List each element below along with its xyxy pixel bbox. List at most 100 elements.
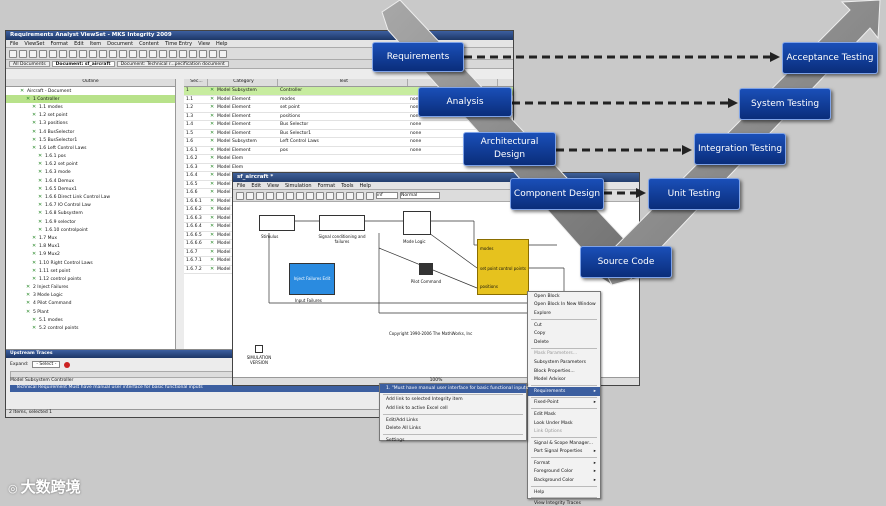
toolbar-button[interactable] (19, 49, 27, 58)
toolbar-button[interactable] (39, 49, 47, 58)
outline-item[interactable]: ✕ 1.6.10 controlpoint (6, 226, 175, 234)
inject-failures-block[interactable]: Inject Failures Edit (289, 263, 335, 295)
requirements-submenu-item[interactable]: Settings (380, 436, 526, 445)
context-menu-item[interactable]: Block Properties... (528, 367, 600, 376)
outline-item[interactable]: ✕ 2 Inject Failures (6, 284, 175, 292)
grid-column-header[interactable]: Category (208, 79, 278, 86)
stop-time-field[interactable]: inf (376, 192, 398, 199)
context-menu-item[interactable]: Look Under Mask (528, 419, 600, 428)
outline-item[interactable]: ✕ 1.6.8 Subsystem (6, 210, 175, 218)
outline-item[interactable]: ✕ 1.11 set point (6, 267, 175, 275)
context-menu-item[interactable]: Copy (528, 329, 600, 338)
simulink-toolbar-button[interactable] (316, 191, 324, 200)
toolbar-button[interactable] (9, 49, 17, 58)
menu-item-item[interactable]: Item (90, 41, 101, 47)
toolbar-button[interactable] (119, 49, 127, 58)
menu-item-edit[interactable]: Edit (74, 41, 84, 47)
toolbar-button[interactable] (129, 49, 137, 58)
signal-conditioning-block[interactable] (319, 215, 365, 231)
clear-icon[interactable] (64, 361, 71, 368)
simulink-menu-edit[interactable]: Edit (251, 183, 261, 189)
menu-item-help[interactable]: Help (216, 41, 227, 47)
simulink-menu-tools[interactable]: Tools (341, 183, 353, 189)
outline-item[interactable]: ✕ 5 Plant (6, 308, 175, 316)
context-menu-item[interactable]: Background Color ▸ (528, 476, 600, 485)
toolbar-button[interactable] (59, 49, 67, 58)
outline-item[interactable]: ✕ 1.6.6 Direct Link Control Law (6, 193, 175, 201)
requirements-submenu-item[interactable]: Add link to active Excel cell (380, 404, 526, 413)
requirements-submenu-item[interactable]: Edit/Add Links (380, 416, 526, 425)
simulink-toolbar-button[interactable] (246, 191, 254, 200)
outline-item[interactable]: ✕ 1.4 BusSelector (6, 128, 175, 136)
menu-item-time-entry[interactable]: Time Entry (165, 41, 192, 47)
requirements-submenu-item[interactable]: 1. "Must have manual user interface for … (380, 384, 530, 393)
grid-column-header[interactable]: Text (278, 79, 408, 86)
context-menu-item[interactable]: Requirements ▸ (528, 386, 600, 396)
simulink-menu-file[interactable]: File (237, 183, 245, 189)
simulink-toolbar-button[interactable] (306, 191, 314, 200)
toolbar-button[interactable] (109, 49, 117, 58)
context-menu-item[interactable]: Port Signal Properties ▸ (528, 448, 600, 457)
simulink-menu-help[interactable]: Help (360, 183, 371, 189)
toolbar-button[interactable] (169, 49, 177, 58)
table-row[interactable]: 1.4 ✕ Model Element Bus Selector none (184, 121, 513, 130)
grid-column-header[interactable] (408, 79, 498, 86)
context-menu-item[interactable]: Open Block In New Window (528, 301, 600, 310)
outline-item[interactable]: ✕ 1.6.4 Demux (6, 177, 175, 185)
simulink-toolbar-button[interactable] (286, 191, 294, 200)
simulink-menu-view[interactable]: View (267, 183, 279, 189)
toolbar-button[interactable] (69, 49, 77, 58)
simulink-toolbar-button[interactable] (336, 191, 344, 200)
context-menu-item[interactable]: Format ▸ (528, 459, 600, 468)
outline-item[interactable]: ✕ 1.6.9 selector (6, 218, 175, 226)
toolbar-button[interactable] (209, 49, 217, 58)
context-menu-item[interactable]: Cut (528, 321, 600, 330)
toolbar-button[interactable] (149, 49, 157, 58)
controller-block[interactable]: modes set point positions control points (477, 239, 529, 295)
outline-item[interactable]: ✕ Aircraft - Document (6, 87, 175, 95)
outline-item[interactable]: ✕ 1.6 Left Control Laws (6, 144, 175, 152)
simulink-toolbar-button[interactable] (266, 191, 274, 200)
requirements-submenu-item[interactable]: Delete All Links (380, 424, 526, 433)
requirements-submenu-item[interactable]: Add link to selected Integrity item (380, 396, 526, 405)
context-menu-item[interactable]: Model Advisor (528, 375, 600, 384)
menu-item-view[interactable]: View (198, 41, 210, 47)
toolbar-button[interactable] (179, 49, 187, 58)
context-menu-item[interactable]: Help (528, 488, 600, 497)
simulink-toolbar-button[interactable] (276, 191, 284, 200)
toolbar-button[interactable] (89, 49, 97, 58)
outline-item[interactable]: ✕ 1.6.2 set point (6, 161, 175, 169)
simulink-toolbar-button[interactable] (346, 191, 354, 200)
document-tab[interactable]: Document: sf_aircraft (51, 61, 115, 67)
expand-select[interactable]: - Select - (32, 361, 61, 368)
outline-item[interactable]: ✕ 1.3 positions (6, 120, 175, 128)
context-menu-item[interactable]: Edit Mask (528, 410, 600, 419)
pilot-command-block[interactable] (419, 263, 433, 275)
outline-item[interactable]: ✕ 1.8 Mux1 (6, 243, 175, 251)
document-tab[interactable]: All Documents (9, 61, 50, 67)
simulink-toolbar-button[interactable] (326, 191, 334, 200)
context-menu-item[interactable]: Mask Parameters... (528, 350, 600, 359)
simulation-mode-select[interactable]: Normal (400, 192, 440, 199)
simulink-toolbar-button[interactable] (256, 191, 264, 200)
menu-item-viewset[interactable]: ViewSet (24, 41, 44, 47)
mode-logic-block[interactable] (403, 211, 431, 235)
outline-item[interactable]: ✕ 1.6.3 mode (6, 169, 175, 177)
menu-item-content[interactable]: Content (139, 41, 159, 47)
outline-item[interactable]: ✕ 5.1 modes (6, 316, 175, 324)
context-menu-item[interactable]: Link Options (528, 427, 600, 436)
outline-item[interactable]: ✕ 1.7 Mux (6, 234, 175, 242)
context-menu-item[interactable]: Signal & Scope Manager... (528, 439, 600, 448)
outline-item[interactable]: ✕ 1.1 modes (6, 103, 175, 111)
context-menu-item[interactable]: Fixed-Point ▸ (528, 399, 600, 408)
outline-item[interactable]: ✕ 1.6.7 IO Control Law (6, 202, 175, 210)
outline-item[interactable]: ✕ 5.2 control points (6, 324, 175, 332)
document-tab[interactable]: Document: Technical r...pecification doc… (116, 61, 229, 67)
menu-item-file[interactable]: File (10, 41, 18, 47)
outline-item[interactable]: ✕ 1.9 Mux2 (6, 251, 175, 259)
outline-item[interactable]: ✕ 3 Mode Logic (6, 292, 175, 300)
simulink-menu-simulation[interactable]: Simulation (285, 183, 312, 189)
context-menu-item[interactable]: Delete (528, 338, 600, 347)
simulink-toolbar-button[interactable] (356, 191, 364, 200)
simulink-toolbar-button[interactable] (236, 191, 244, 200)
